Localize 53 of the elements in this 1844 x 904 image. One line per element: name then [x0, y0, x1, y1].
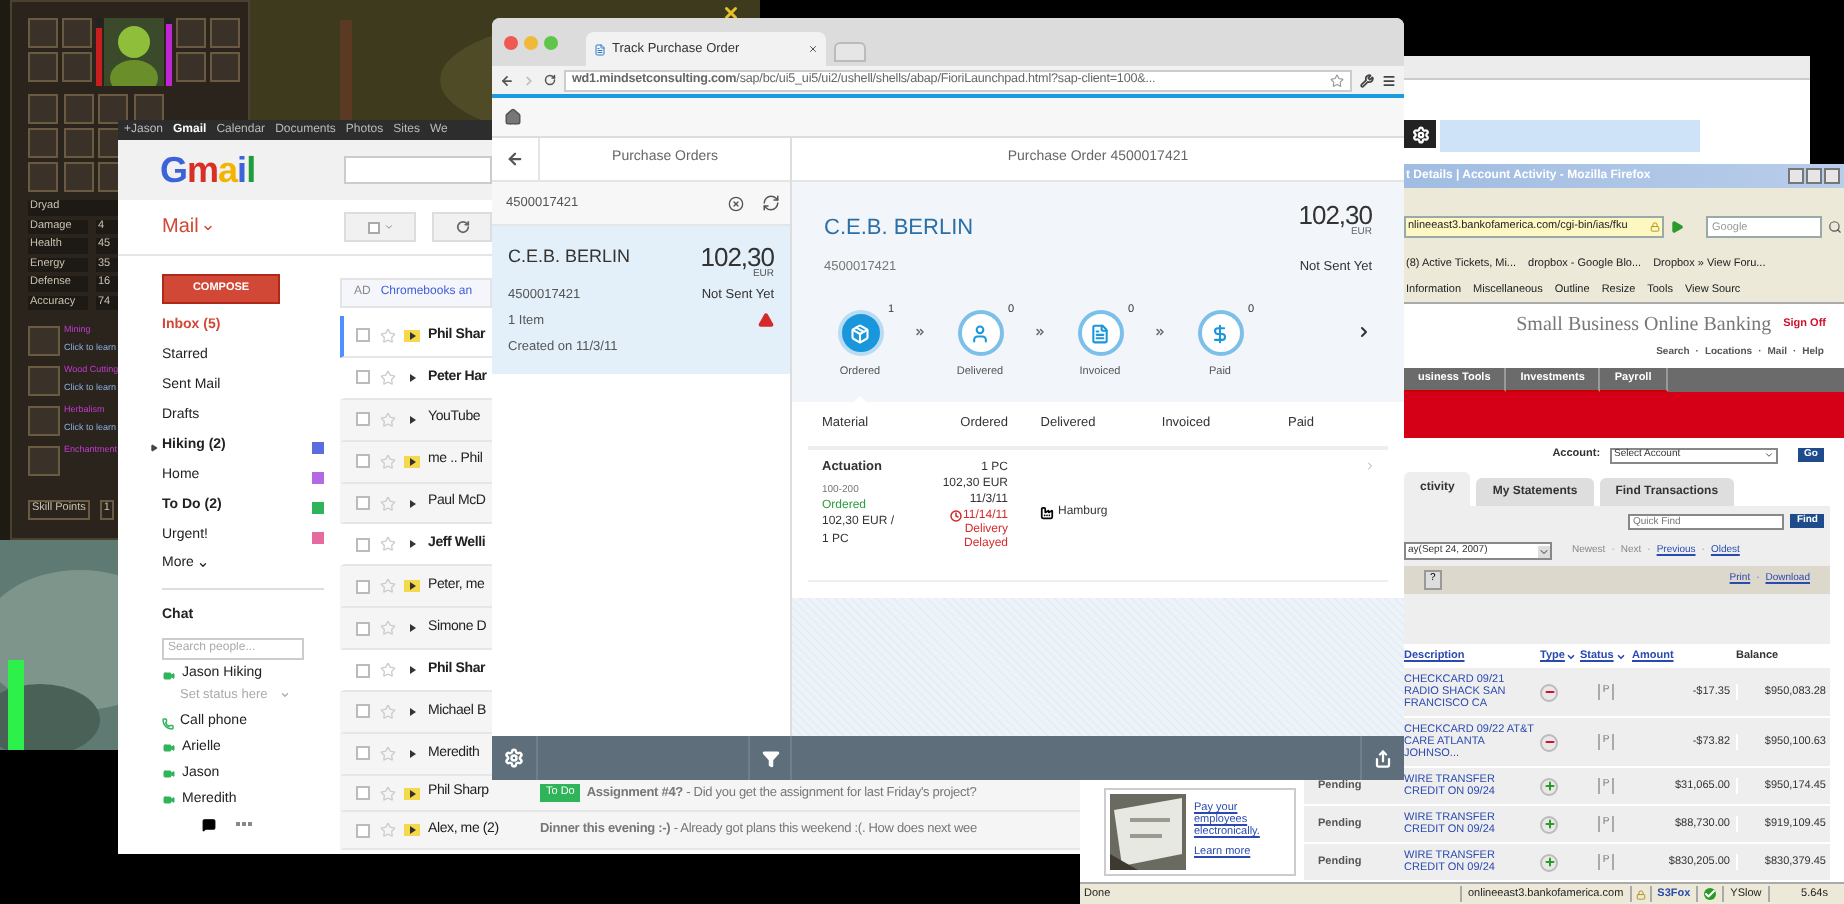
star-icon[interactable]	[1330, 73, 1344, 87]
process-node[interactable]	[1197, 310, 1243, 357]
chevrons-icon	[1152, 326, 1168, 339]
clock-icon	[949, 510, 962, 523]
factory-icon	[1040, 505, 1054, 520]
new-tab-button[interactable]	[834, 42, 866, 62]
star-icon[interactable]	[380, 822, 396, 839]
check-icon	[1704, 888, 1717, 900]
maximize-button[interactable]	[1806, 168, 1822, 184]
chevrons-icon	[912, 326, 928, 339]
minimize-button[interactable]	[1788, 168, 1804, 184]
video-icon	[162, 768, 176, 780]
next-icon[interactable]	[1356, 324, 1372, 341]
document-icon	[1090, 323, 1110, 344]
go-icon[interactable]	[1670, 220, 1684, 234]
gear-icon	[504, 748, 524, 768]
checkbox[interactable]	[356, 746, 370, 761]
video-icon	[162, 794, 176, 806]
chevrons-icon	[1032, 326, 1048, 339]
menu-icon[interactable]	[1382, 73, 1396, 87]
caret-icon	[1764, 450, 1775, 460]
warning-icon	[758, 311, 774, 328]
refresh-icon[interactable]	[762, 194, 780, 212]
settings-button[interactable]	[1404, 120, 1436, 148]
wrench-icon[interactable]	[1360, 73, 1374, 87]
amount: 102,30	[1298, 202, 1372, 228]
close-button[interactable]	[1824, 168, 1840, 184]
importance-marker[interactable]	[404, 747, 420, 760]
star-icon[interactable]	[380, 785, 396, 802]
importance-marker[interactable]	[404, 824, 420, 837]
sort-icon	[1566, 651, 1577, 661]
search-icon[interactable]	[1828, 220, 1842, 234]
lock-icon	[1650, 222, 1660, 232]
chat-icon[interactable]	[202, 817, 216, 831]
process-node[interactable]	[957, 310, 1003, 357]
star-icon[interactable]	[380, 745, 396, 762]
caret-icon	[1538, 545, 1550, 557]
site-title: Small Business Online Banking	[1516, 311, 1772, 339]
process-node[interactable]	[1077, 310, 1123, 357]
box-icon	[850, 323, 870, 344]
person-icon	[970, 323, 990, 344]
dollar-icon	[1210, 323, 1230, 344]
checkbox[interactable]	[356, 786, 370, 801]
lock-icon	[1635, 889, 1646, 899]
checkbox[interactable]	[356, 823, 370, 838]
filter-icon	[761, 749, 779, 767]
process-node[interactable]	[837, 310, 883, 357]
share-icon	[1374, 749, 1392, 767]
sort-icon	[1615, 651, 1626, 661]
gear-icon	[1411, 125, 1429, 143]
vendor-title: C.E.B. BERLIN	[824, 214, 974, 244]
filter-button[interactable]	[748, 736, 792, 780]
importance-marker[interactable]	[404, 787, 420, 800]
